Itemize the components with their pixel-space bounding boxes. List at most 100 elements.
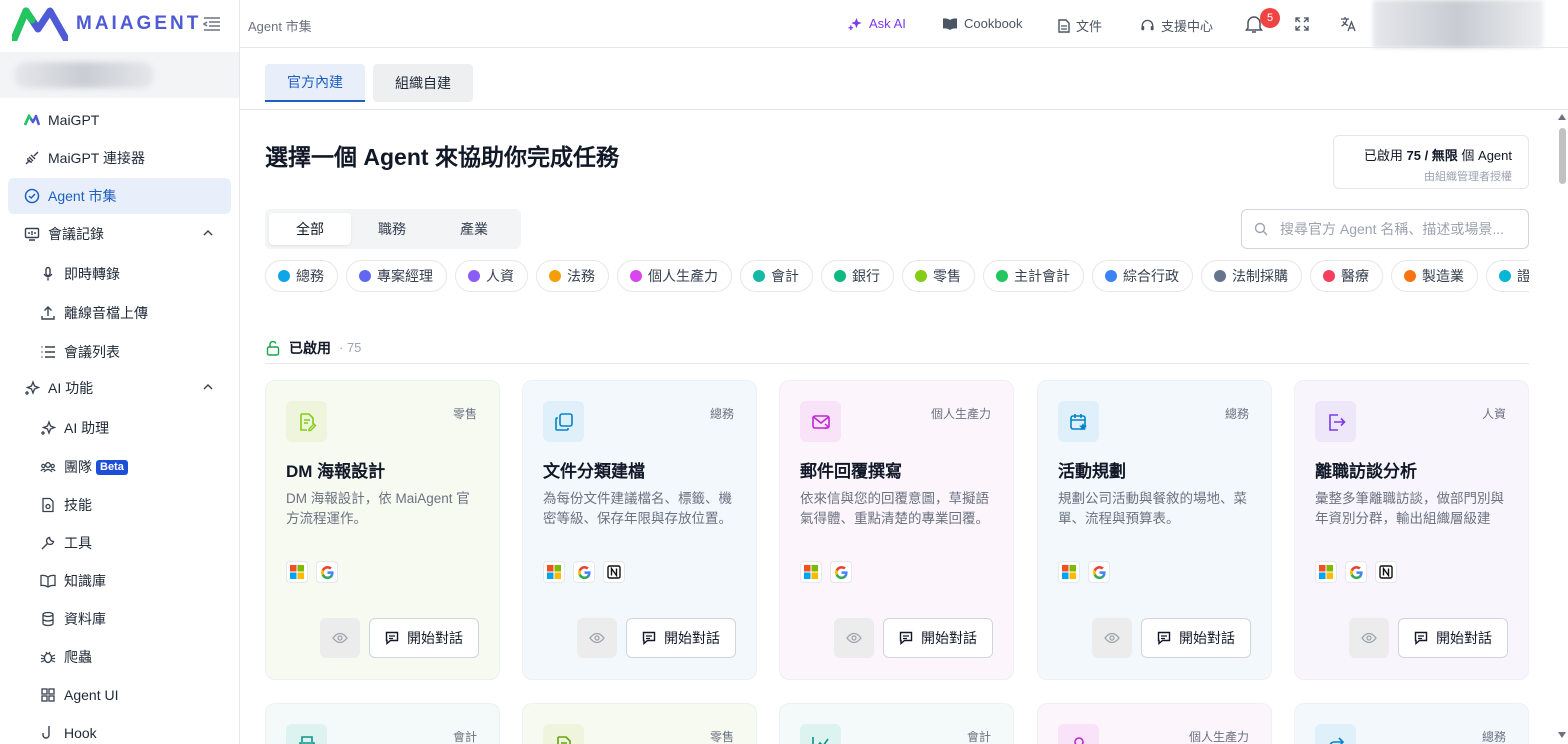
- category-label: 主計會計: [1014, 268, 1070, 284]
- integration-logos: [800, 561, 852, 583]
- preview-button[interactable]: [1349, 618, 1389, 658]
- preview-button[interactable]: [577, 618, 617, 658]
- ask-ai-button[interactable]: Ask AI: [848, 16, 906, 31]
- start-chat-button[interactable]: 開始對話: [1141, 618, 1251, 658]
- preview-button[interactable]: [834, 618, 874, 658]
- filter-all[interactable]: 全部: [269, 213, 351, 245]
- google-logo-icon: [573, 561, 595, 583]
- tab-official[interactable]: 官方內建: [265, 64, 365, 102]
- preview-button[interactable]: [1092, 618, 1132, 658]
- agent-card[interactable]: 會計: [265, 703, 500, 744]
- main-content: 官方內建 組織自建 選擇一個 Agent 來協助你完成任務 已啟用 75 / 無…: [240, 48, 1568, 744]
- start-chat-button[interactable]: 開始對話: [626, 618, 736, 658]
- exit-door-icon: [1315, 401, 1356, 442]
- quota-text: 已啟用 75 / 無限 個 Agent: [1363, 148, 1512, 163]
- sidebar-item-knowledge[interactable]: 知識庫: [8, 563, 231, 599]
- sidebar-item-live-transcribe[interactable]: 即時轉錄: [8, 256, 231, 292]
- category-chip[interactable]: 醫療: [1310, 260, 1383, 292]
- start-chat-button[interactable]: 開始對話: [1398, 618, 1508, 658]
- source-tabs: 官方內建 組織自建: [240, 48, 1568, 110]
- category-label: 法務: [567, 268, 595, 284]
- sidebar-item-label: 技能: [64, 497, 92, 513]
- menu-collapse-icon[interactable]: [203, 16, 221, 32]
- sidebar-group-meeting[interactable]: 會議記錄: [8, 216, 231, 252]
- scrollbar-thumb[interactable]: [1559, 128, 1566, 184]
- sidebar-item-hook[interactable]: Hook: [8, 715, 231, 744]
- tab-organization[interactable]: 組織自建: [373, 64, 473, 102]
- agent-description: 彙整多筆離職訪談，做部門別與年資別分群，輸出組織層級建議。: [1315, 491, 1504, 526]
- agent-card[interactable]: 零售 DM 海報設計 DM 海報設計，依 MaiAgent 官方流程運作。 開始對話: [265, 380, 500, 680]
- translate-icon[interactable]: [1340, 16, 1356, 32]
- category-chip[interactable]: 總務: [265, 260, 338, 292]
- scrollbar[interactable]: [1556, 110, 1568, 744]
- docs-button[interactable]: 文件: [1058, 16, 1102, 35]
- sidebar-item-agent-ui[interactable]: Agent UI: [8, 677, 231, 713]
- user-info[interactable]: [0, 52, 239, 98]
- sidebar-item-label: 會議記錄: [48, 226, 104, 242]
- sidebar-item-crawler[interactable]: 爬蟲: [8, 639, 231, 675]
- start-chat-button[interactable]: 開始對話: [369, 618, 479, 658]
- filter-role[interactable]: 職務: [351, 213, 433, 245]
- category-chip[interactable]: 專案經理: [346, 260, 447, 292]
- category-label: 醫療: [1341, 268, 1369, 284]
- agent-card[interactable]: 總務 活動規劃 規劃公司活動與餐敘的場地、菜單、流程與預算表。 開始對話: [1037, 380, 1272, 680]
- category-chip[interactable]: 銀行: [821, 260, 894, 292]
- agent-search[interactable]: [1241, 209, 1529, 249]
- sidebar-item-offline-upload[interactable]: 離線音檔上傳: [8, 295, 231, 331]
- sidebar-item-maigpt-connector[interactable]: MaiGPT 連接器: [8, 140, 231, 176]
- sidebar-group-ai[interactable]: AI 功能: [8, 370, 231, 406]
- start-chat-button[interactable]: 開始對話: [883, 618, 993, 658]
- preview-button[interactable]: [320, 618, 360, 658]
- agent-card[interactable]: 個人生產力: [1037, 703, 1272, 744]
- enabled-count: · 75: [339, 340, 362, 355]
- user-profile-blurred[interactable]: [1373, 0, 1543, 48]
- support-button[interactable]: 支援中心: [1140, 16, 1213, 35]
- sidebar-item-skills[interactable]: 技能: [8, 487, 231, 523]
- scroll-up-arrow-icon[interactable]: [1558, 114, 1566, 120]
- upload-icon: [40, 305, 56, 321]
- sidebar-item-database[interactable]: 資料庫: [8, 601, 231, 637]
- category-chip[interactable]: 法制採購: [1201, 260, 1302, 292]
- brand-logo[interactable]: MAIAGENT: [12, 7, 201, 41]
- search-icon: [1254, 222, 1268, 236]
- microphone-icon: [40, 266, 56, 282]
- category-chip[interactable]: 綜合行政: [1092, 260, 1193, 292]
- sidebar-item-agent-market[interactable]: Agent 市集: [8, 178, 231, 214]
- badge-check-icon: [24, 188, 40, 204]
- category-chip[interactable]: 個人生產力: [617, 260, 732, 292]
- sidebar-item-ai-assistant[interactable]: AI 助理: [8, 410, 231, 446]
- category-chip[interactable]: 證券: [1486, 260, 1529, 292]
- support-label: 支援中心: [1161, 19, 1214, 34]
- agent-card[interactable]: 會計: [779, 703, 1014, 744]
- fullscreen-icon[interactable]: [1295, 17, 1309, 31]
- agent-card[interactable]: 零售: [522, 703, 757, 744]
- category-label: 個人生產力: [648, 268, 718, 284]
- category-chip[interactable]: 製造業: [1391, 260, 1478, 292]
- sidebar-item-tools[interactable]: 工具: [8, 525, 231, 561]
- agent-name: 文件分類建檔: [543, 462, 645, 481]
- filter-industry[interactable]: 產業: [433, 213, 515, 245]
- sidebar-item-meeting-list[interactable]: 會議列表: [8, 334, 231, 370]
- category-chip[interactable]: 零售: [902, 260, 975, 292]
- start-chat-label: 開始對話: [1179, 630, 1235, 646]
- sidebar-item-label: Agent UI: [64, 687, 119, 703]
- category-dot: [1105, 270, 1117, 282]
- category-dot: [915, 270, 927, 282]
- agent-card[interactable]: 總務 文件分類建檔 為每份文件建議檔名、標籤、機密等級、保存年限與存放位置。 開始對話: [522, 380, 757, 680]
- category-chip[interactable]: 會計: [740, 260, 813, 292]
- cookbook-button[interactable]: Cookbook: [942, 16, 1023, 31]
- agent-card[interactable]: 個人生產力 郵件回覆撰寫 依來信與您的回覆意圖，草擬語氣得體、重點清楚的專業回覆。開…: [779, 380, 1014, 680]
- category-chip[interactable]: 人資: [455, 260, 528, 292]
- search-input[interactable]: [1280, 221, 1520, 237]
- agent-category-tag: 總務: [709, 407, 734, 421]
- sidebar-item-maigpt[interactable]: MaiGPT: [8, 102, 231, 138]
- chat-icon: [1414, 631, 1428, 645]
- scroll-down-arrow-icon[interactable]: [1558, 732, 1566, 738]
- category-chip[interactable]: 主計會計: [983, 260, 1084, 292]
- category-chips: 總務 專案經理 人資 法務 個人生產力 會計 銀行 零售 主計會計 綜合行政 法制採購 醫療 製造業 證券: [265, 260, 1529, 294]
- category-chip[interactable]: 法務: [536, 260, 609, 292]
- agent-card[interactable]: 總務: [1294, 703, 1529, 744]
- sidebar-item-team[interactable]: 團隊 Beta: [8, 449, 231, 485]
- chart-line-icon: [800, 724, 841, 744]
- agent-card[interactable]: 人資離職訪談分析彙整多筆離職訪談，做部門別與年資別分群，輸出組織層級建議。開始對…: [1294, 380, 1529, 680]
